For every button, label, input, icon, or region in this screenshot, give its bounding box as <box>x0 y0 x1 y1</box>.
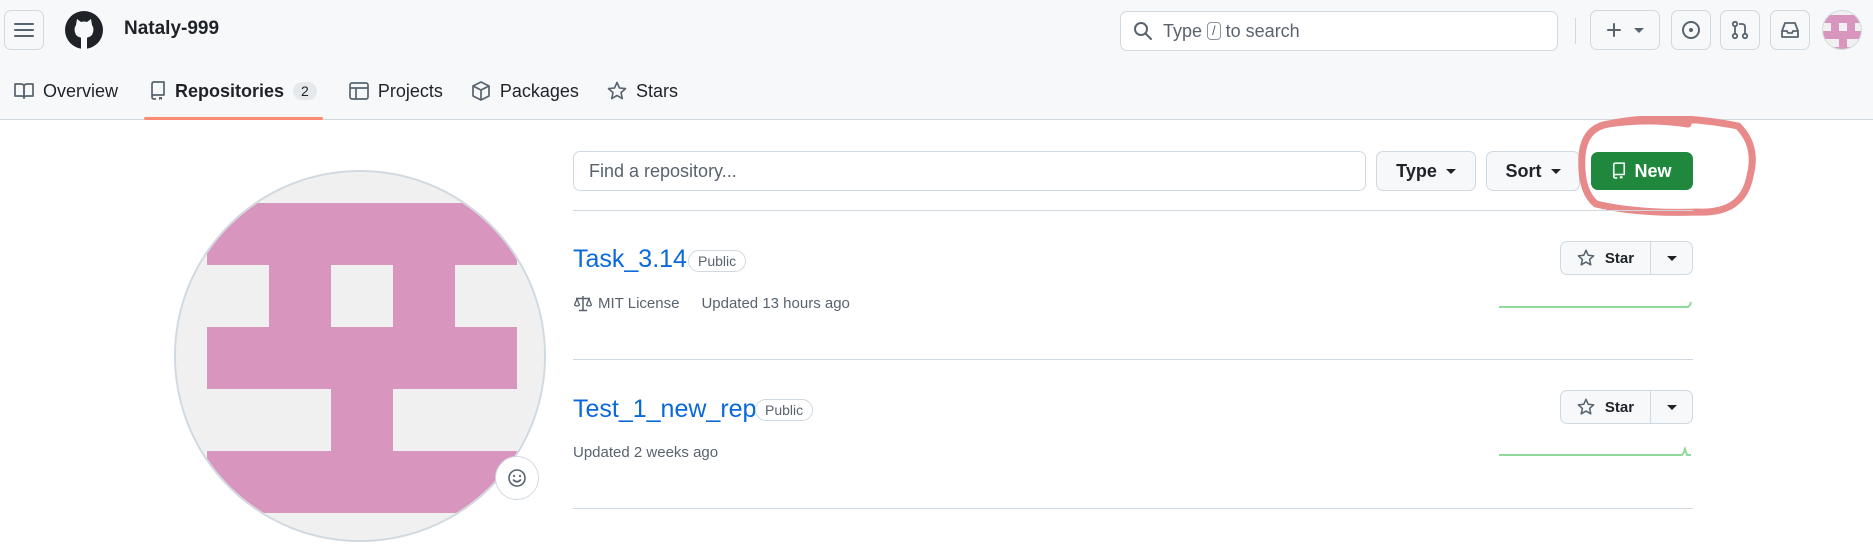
profile-avatar[interactable] <box>174 170 546 542</box>
star-button-label: Star <box>1604 398 1635 416</box>
star-icon <box>607 81 627 100</box>
user-avatar[interactable] <box>1822 10 1862 50</box>
tab-repositories-label: Repositories <box>175 80 285 101</box>
divider <box>573 210 1693 211</box>
repo-icon <box>151 81 165 100</box>
book-icon <box>14 83 34 99</box>
new-repository-button[interactable]: New <box>1591 152 1693 190</box>
profile-username[interactable]: Nataly-999 <box>124 18 219 40</box>
type-filter-button[interactable]: Type <box>1376 151 1476 191</box>
divider <box>573 508 1693 509</box>
repository-link[interactable]: Test_1_new_rep <box>573 395 756 424</box>
chevron-down-icon <box>1666 255 1677 261</box>
sort-label: Sort <box>1505 160 1542 181</box>
star-list-dropdown[interactable] <box>1651 391 1692 423</box>
star-icon <box>1577 398 1595 415</box>
star-button-group: Star <box>1560 241 1693 275</box>
set-status-button[interactable] <box>495 456 539 500</box>
global-search-input[interactable]: Type / to search <box>1120 11 1558 51</box>
search-icon <box>1134 22 1152 40</box>
star-button-group: Star <box>1560 390 1693 424</box>
github-logo-icon[interactable] <box>64 10 104 50</box>
search-placeholder-end: to search <box>1225 20 1300 41</box>
chevron-down-icon <box>1550 168 1561 174</box>
activity-sparkline <box>1499 301 1692 308</box>
chevron-down-icon <box>1445 168 1456 174</box>
new-repository-label: New <box>1634 160 1672 181</box>
tab-packages-label: Packages <box>499 80 579 101</box>
profile-tabs: Overview Repositories 2 Projects Package… <box>0 68 692 120</box>
issues-button[interactable] <box>1671 10 1711 50</box>
star-button[interactable]: Star <box>1561 242 1651 274</box>
repository-link[interactable]: Task_3.14 <box>573 245 687 274</box>
repo-icon <box>1613 162 1626 179</box>
updated-label: Updated 2 weeks ago <box>573 444 719 461</box>
table-icon <box>348 82 369 100</box>
search-shortcut-key: / <box>1207 22 1221 40</box>
chevron-down-icon <box>1666 404 1677 410</box>
tab-projects-label: Projects <box>377 80 443 101</box>
package-icon <box>472 81 490 101</box>
divider <box>573 359 1693 360</box>
create-new-button[interactable] <box>1590 10 1660 50</box>
identicon-image <box>1823 11 1861 49</box>
type-filter-label: Type <box>1396 160 1437 181</box>
star-button-label: Star <box>1604 249 1635 267</box>
smiley-icon <box>508 469 526 487</box>
tab-stars[interactable]: Stars <box>593 68 692 114</box>
tab-stars-label: Stars <box>635 80 678 101</box>
activity-sparkline <box>1499 445 1691 456</box>
search-placeholder-start: Type <box>1163 20 1203 41</box>
sort-button[interactable]: Sort <box>1486 151 1580 191</box>
hamburger-icon <box>14 23 34 37</box>
issue-icon <box>1682 21 1700 39</box>
pull-request-icon <box>1731 20 1749 40</box>
pull-requests-button[interactable] <box>1720 10 1760 50</box>
menu-button[interactable] <box>4 10 44 50</box>
inbox-button[interactable] <box>1770 10 1810 50</box>
visibility-badge: Public <box>755 399 814 421</box>
tab-packages[interactable]: Packages <box>457 68 593 114</box>
repository-meta: Updated 2 weeks ago <box>573 444 718 461</box>
star-button[interactable]: Star <box>1561 391 1651 423</box>
star-icon <box>1577 249 1595 266</box>
tab-projects[interactable]: Projects <box>335 68 457 114</box>
identicon-image <box>176 172 544 540</box>
law-icon <box>574 296 592 312</box>
find-repository-placeholder: Find a repository... <box>589 160 737 181</box>
star-list-dropdown[interactable] <box>1651 242 1692 274</box>
repository-meta: MIT License Updated 13 hours ago <box>574 295 850 312</box>
chevron-down-icon <box>1634 27 1644 33</box>
license-label: MIT License <box>598 295 680 312</box>
app-header: Nataly-999 Type / to search Overview Rep… <box>0 0 1873 120</box>
repositories-count-badge: 2 <box>293 82 317 100</box>
plus-icon <box>1607 23 1621 37</box>
header-divider <box>1575 18 1576 44</box>
visibility-badge: Public <box>688 250 747 272</box>
tab-repositories[interactable]: Repositories 2 <box>136 68 331 120</box>
updated-label: Updated 13 hours ago <box>701 295 850 312</box>
tab-overview-label: Overview <box>43 80 119 101</box>
find-repository-input[interactable]: Find a repository... <box>573 151 1366 191</box>
inbox-icon <box>1781 22 1799 38</box>
tab-overview[interactable]: Overview <box>0 68 132 114</box>
